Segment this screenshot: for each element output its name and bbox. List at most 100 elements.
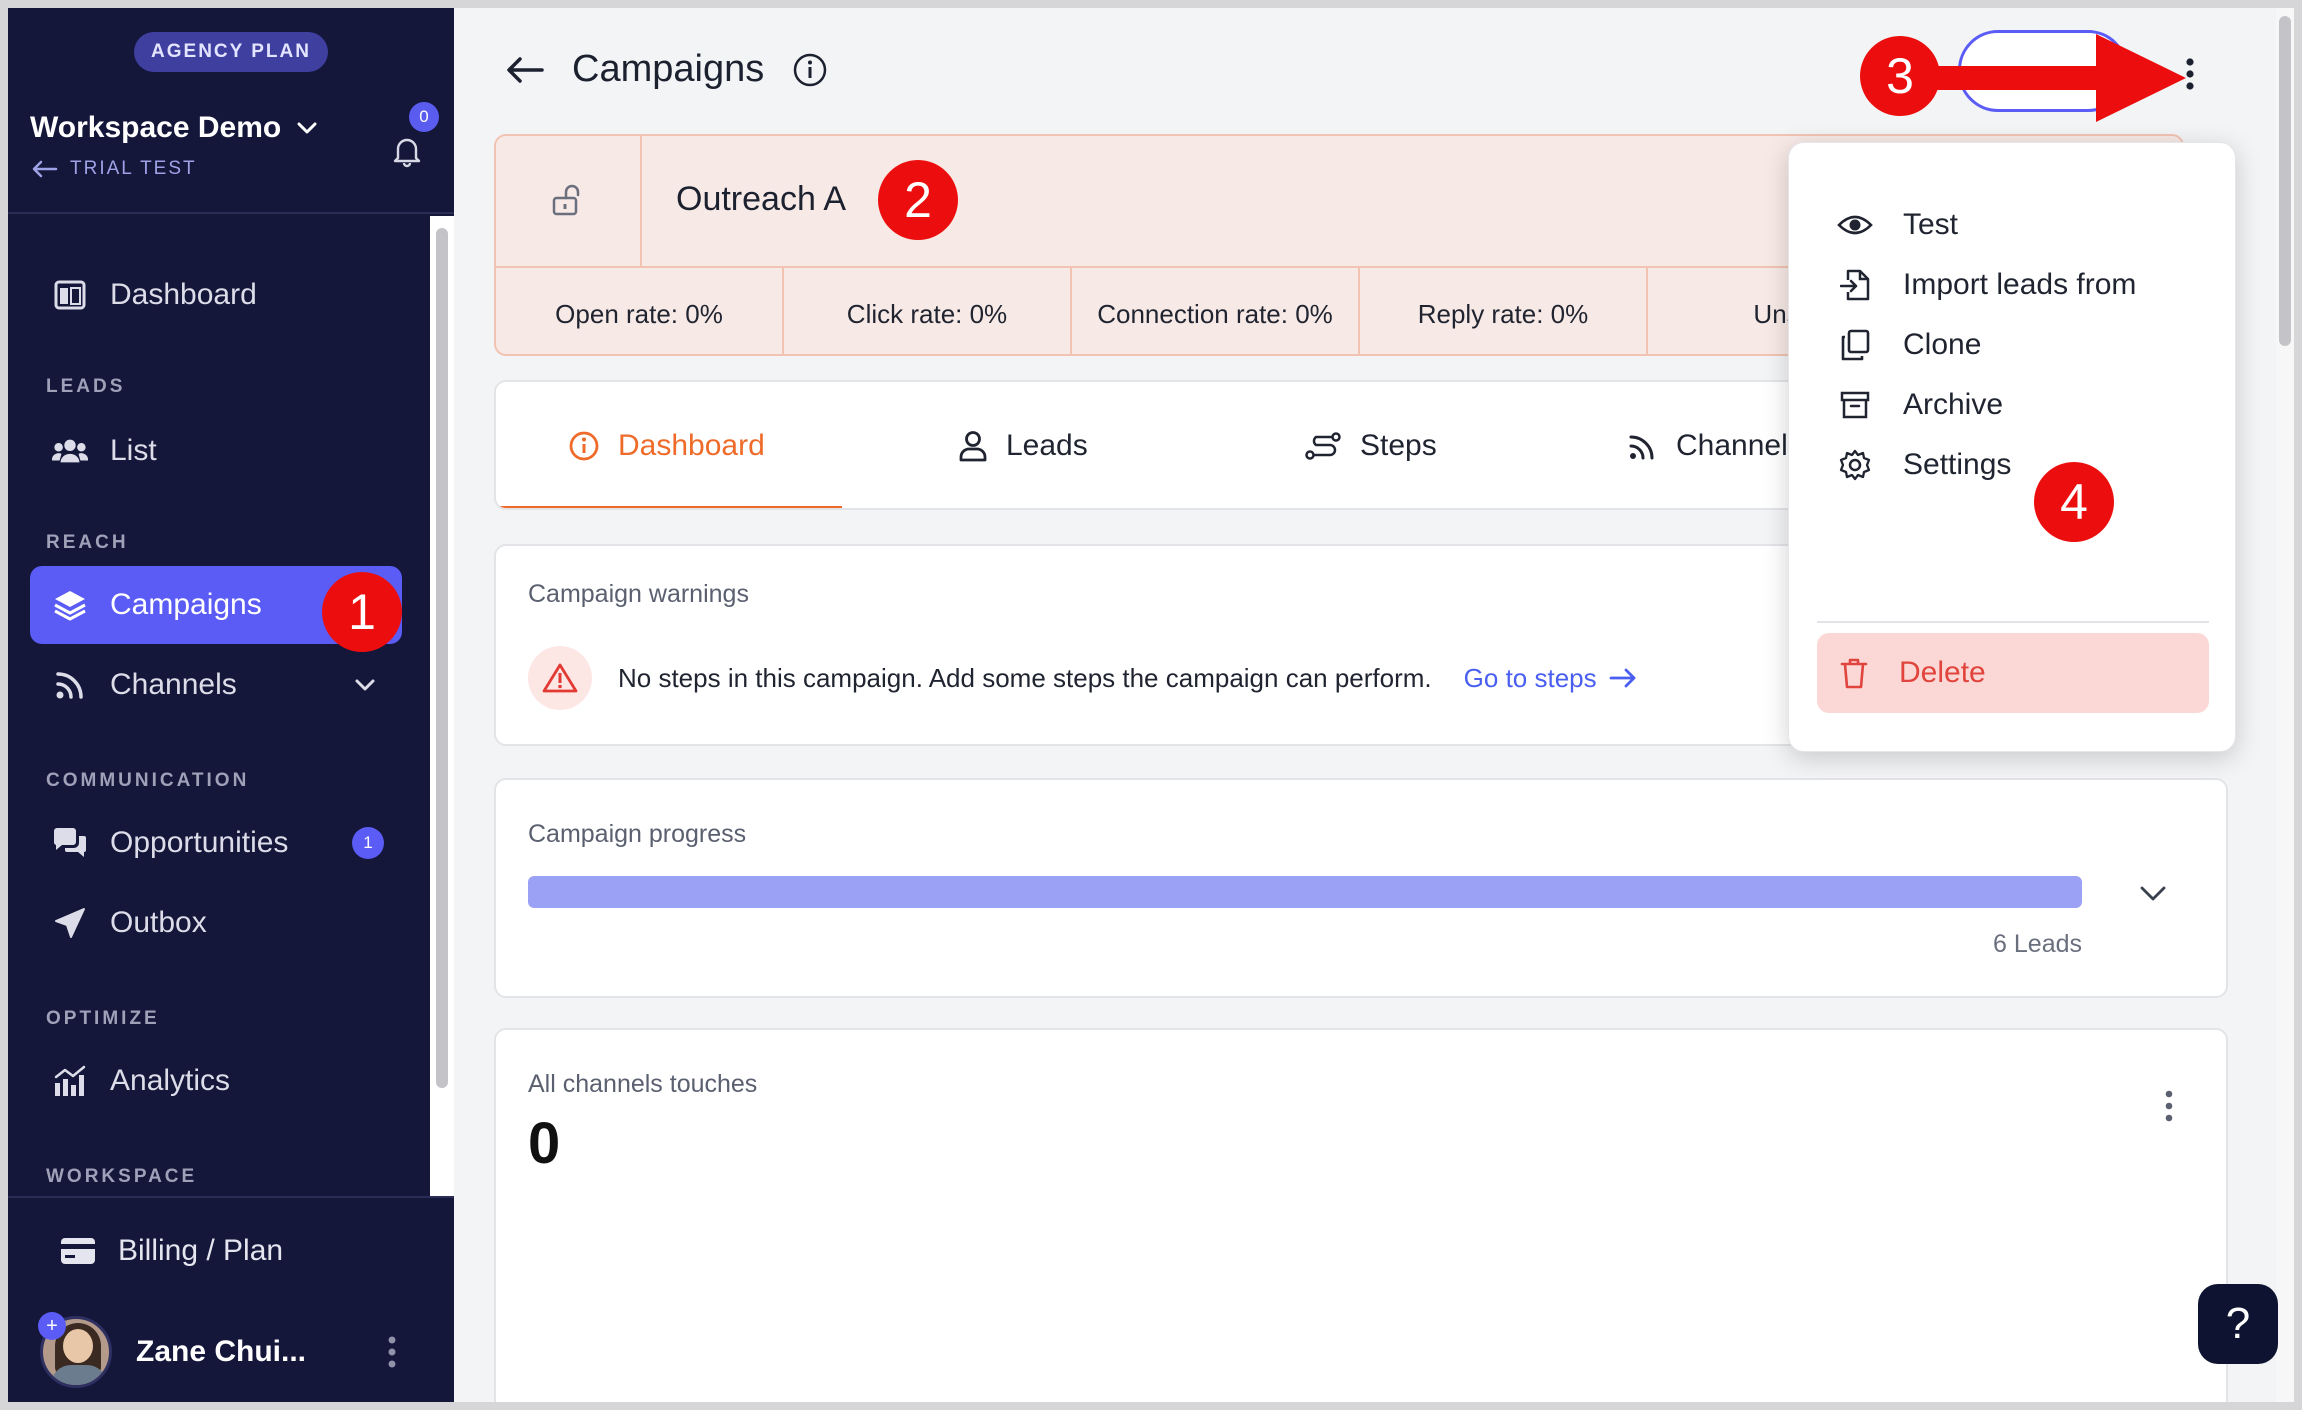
workspace-back-link[interactable]: TRIAL TEST	[32, 158, 197, 180]
page-title: Campaigns	[572, 48, 765, 90]
progress-bar	[528, 876, 2082, 908]
section-label-reach: REACH	[46, 532, 129, 553]
stat-open-rate: Open rate: 0%	[496, 268, 784, 354]
section-label-communication: COMMUNICATION	[46, 770, 250, 791]
user-profile[interactable]: Zane Chui...	[40, 1316, 306, 1388]
sidebar-item-label: Channels	[110, 668, 237, 701]
tab-leads[interactable]: Leads	[958, 382, 1088, 508]
workspace-header: AGENCY PLAN Workspace Demo TRIAL TEST 0	[8, 8, 454, 214]
info-circle-icon	[569, 431, 599, 461]
paper-plane-icon	[52, 905, 88, 941]
stat-reply-rate: Reply rate: 0%	[1360, 268, 1648, 354]
annotation-step-4: 4	[2034, 462, 2114, 542]
arrow-left-icon	[32, 160, 58, 178]
user-name: Zane Chui...	[136, 1335, 307, 1368]
menu-item-import-leads[interactable]: Import leads from	[1837, 255, 2136, 315]
warning-triangle-icon	[528, 646, 592, 710]
card-title: All channels touches	[528, 1070, 758, 1098]
menu-item-archive[interactable]: Archive	[1837, 375, 2003, 435]
scrollbar-thumb[interactable]	[436, 228, 448, 1088]
progress-fill	[528, 876, 2082, 908]
menu-item-label: Settings	[1903, 448, 2012, 481]
credit-card-icon	[61, 1238, 95, 1264]
chevron-down-icon[interactable]	[350, 670, 380, 700]
sidebar-item-label: Dashboard	[110, 278, 257, 311]
sidebar-item-outbox[interactable]: Outbox	[30, 884, 402, 962]
stat-click-rate: Click rate: 0%	[784, 268, 1072, 354]
more-vertical-icon[interactable]	[2162, 1086, 2176, 1126]
menu-item-delete[interactable]: Delete	[1817, 633, 2209, 713]
sidebar-item-label: Outbox	[110, 906, 207, 939]
card-title: Campaign progress	[528, 820, 747, 848]
stat-connection-rate: Connection rate: 0%	[1072, 268, 1360, 354]
sidebar-item-list[interactable]: List	[30, 412, 402, 490]
campaign-progress-card: Campaign progress 6 Leads	[494, 778, 2228, 998]
menu-item-label: Archive	[1903, 388, 2004, 421]
menu-item-label: Delete	[1899, 656, 1986, 689]
tab-label: Dashboard	[618, 429, 765, 462]
sidebar-item-channels[interactable]: Channels	[30, 646, 402, 724]
tab-steps[interactable]: Steps	[1304, 382, 1437, 508]
info-icon[interactable]	[792, 52, 828, 88]
tab-label: Leads	[1006, 429, 1088, 462]
rss-icon	[1629, 435, 1654, 460]
tab-label: Steps	[1360, 429, 1437, 462]
link-label: Go to steps	[1463, 662, 1597, 693]
campaign-name[interactable]: Outreach A	[676, 180, 846, 219]
tab-dashboard[interactable]: Dashboard	[568, 382, 765, 508]
back-arrow-icon[interactable]	[506, 56, 544, 84]
tab-channel[interactable]: Channel	[1628, 382, 1788, 508]
campaign-options-menu: Test Import leads from Clone Archive Set…	[1788, 142, 2236, 752]
user-icon	[959, 431, 987, 462]
sidebar-nav: Dashboard LEADS List REACH Campaigns Cha…	[8, 216, 426, 1196]
menu-item-label: Test	[1903, 208, 1959, 241]
touches-value: 0	[528, 1111, 561, 1176]
route-icon	[1305, 432, 1341, 460]
scrollbar-thumb[interactable]	[2279, 16, 2291, 346]
menu-item-test[interactable]: Test	[1837, 195, 1958, 255]
main-scrollbar[interactable]	[2276, 8, 2294, 1402]
sidebar-item-label: Analytics	[110, 1064, 231, 1097]
eye-icon	[1837, 207, 1873, 243]
sidebar-item-dashboard[interactable]: Dashboard	[30, 256, 402, 334]
more-vertical-icon[interactable]	[382, 1332, 402, 1372]
trash-icon	[1840, 658, 1868, 689]
bell-icon[interactable]	[390, 134, 424, 168]
go-to-steps-link[interactable]: Go to steps	[1464, 663, 1637, 694]
analytics-chart-icon	[52, 1063, 88, 1099]
tab-label: Channel	[1676, 429, 1788, 462]
section-label-workspace: WORKSPACE	[46, 1166, 198, 1187]
sidebar-item-label: Opportunities	[110, 826, 289, 859]
file-import-icon	[1837, 267, 1873, 303]
section-label-leads: LEADS	[46, 376, 126, 397]
active-tab-indicator	[496, 506, 842, 508]
menu-divider	[1817, 621, 2209, 623]
warning-row: No steps in this campaign. Add some step…	[528, 646, 1637, 710]
plan-badge: AGENCY PLAN	[134, 32, 328, 72]
menu-item-clone[interactable]: Clone	[1837, 315, 1981, 375]
warning-message: No steps in this campaign. Add some step…	[618, 662, 1432, 693]
leads-count: 6 Leads	[1993, 930, 2082, 958]
add-avatar-icon[interactable]: +	[38, 1312, 66, 1340]
chevron-down-icon	[297, 122, 317, 134]
workspace-name: Workspace Demo	[30, 111, 282, 144]
sidebar-item-opportunities[interactable]: Opportunities 1	[30, 804, 402, 882]
sidebar-item-label: Campaigns	[110, 588, 262, 621]
chevron-down-icon[interactable]	[2136, 876, 2170, 910]
help-button[interactable]: ?	[2198, 1284, 2278, 1364]
campaign-lock-toggle[interactable]	[496, 136, 642, 266]
billing-label: Billing / Plan	[118, 1234, 284, 1267]
copy-icon	[1837, 327, 1873, 363]
sidebar-scrollbar[interactable]	[430, 216, 454, 1196]
all-channels-touches-card: All channels touches 0	[494, 1028, 2228, 1402]
sidebar-item-analytics[interactable]: Analytics	[30, 1042, 402, 1120]
annotation-step-2: 2	[878, 160, 958, 240]
arrow-right-icon	[1609, 668, 1636, 688]
menu-item-settings[interactable]: Settings	[1837, 435, 2011, 495]
workspace-switcher[interactable]: Workspace Demo	[30, 111, 319, 145]
sidebar-footer: Billing / Plan Zane Chui...	[8, 1196, 454, 1402]
app-window: AGENCY PLAN Workspace Demo TRIAL TEST 0 …	[8, 8, 2294, 1402]
sidebar-item-label: List	[110, 434, 157, 467]
sidebar-item-billing[interactable]: Billing / Plan	[60, 1234, 283, 1268]
annotation-step-1: 1	[322, 572, 402, 652]
